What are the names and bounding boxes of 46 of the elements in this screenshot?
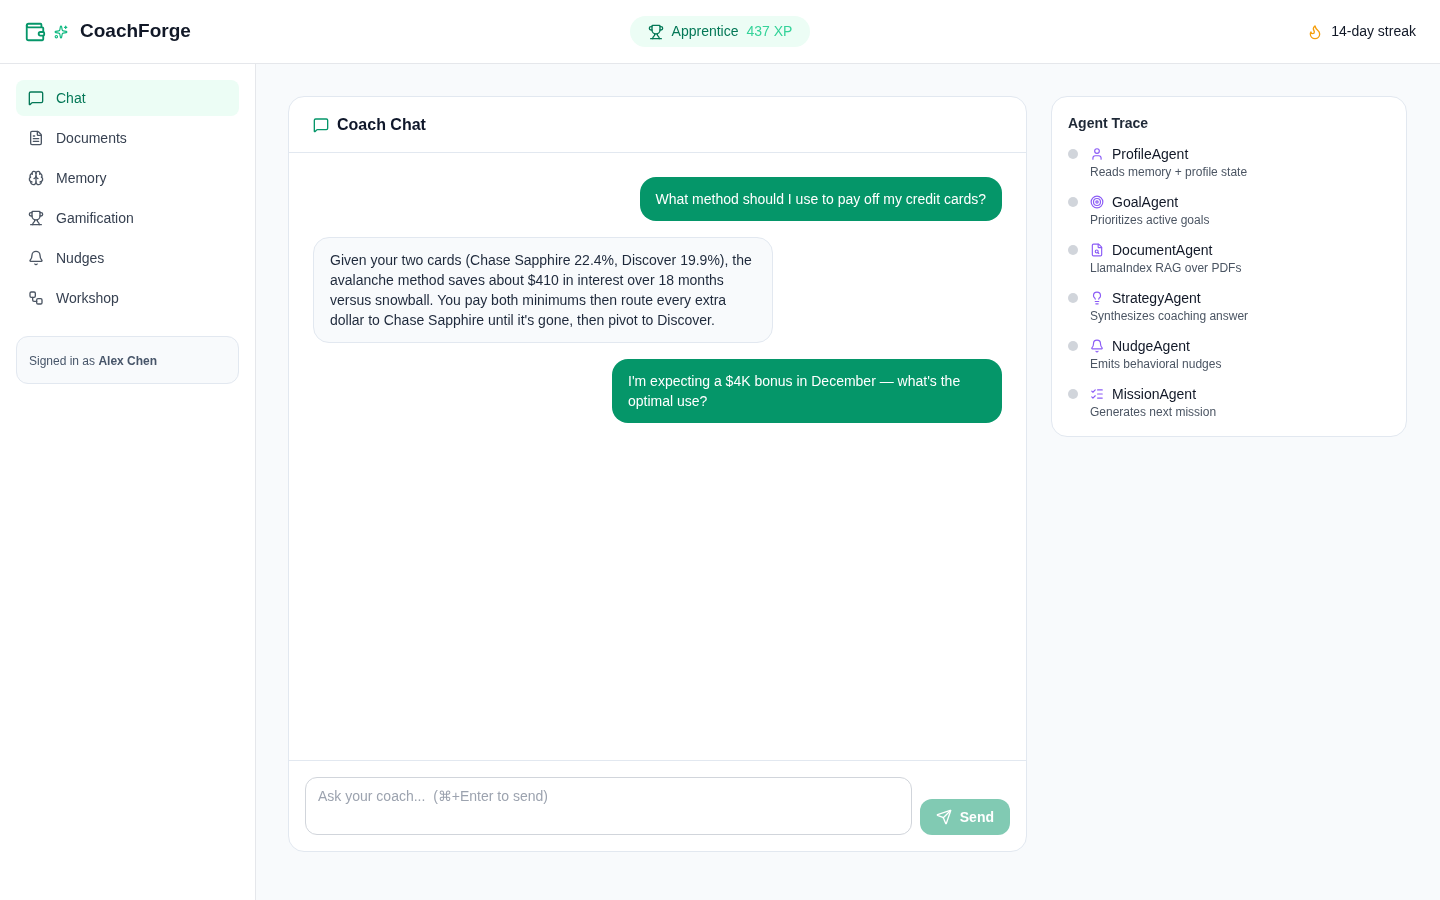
- sidebar-nav-item[interactable]: Nudges: [16, 240, 239, 276]
- agent-description: Prioritizes active goals: [1090, 212, 1210, 228]
- chat-bubble-icon: [28, 90, 44, 106]
- user-message-bubble: I'm expecting a $4K bonus in December — what's the optimal use?: [612, 359, 1002, 423]
- agent-name: GoalAgent: [1112, 193, 1179, 212]
- message-input[interactable]: Ask your coach... (⌘+Enter to send): [305, 777, 912, 835]
- lightbulb-icon: [1090, 291, 1104, 305]
- agent-description: Reads memory + profile state: [1090, 164, 1248, 180]
- target-icon: [1090, 195, 1104, 209]
- agent-description: Synthesizes coaching answer: [1090, 308, 1249, 324]
- workflow-icon: [28, 290, 44, 306]
- agent-description: LlamaIndex RAG over PDFs: [1090, 260, 1242, 276]
- bell-icon: [1090, 339, 1104, 353]
- send-icon: [935, 809, 952, 825]
- xp-count: 437 XP: [746, 22, 793, 41]
- sidebar-nav-item[interactable]: Chat: [16, 80, 239, 116]
- level-title: Apprentice: [671, 22, 739, 41]
- agent-trace-title: Agent Trace: [1068, 114, 1150, 133]
- trophy-icon: [647, 23, 664, 40]
- user-message-bubble: What method should I use to pay off my credit cards?: [639, 177, 1002, 221]
- chat-title: Coach Chat: [337, 114, 426, 135]
- sidebar-nav-item[interactable]: Documents: [16, 120, 239, 156]
- app-title: CoachForge: [80, 19, 191, 44]
- checklist-icon: [1090, 387, 1104, 401]
- agent-description: Generates next mission: [1090, 404, 1217, 420]
- trophy-icon: [28, 210, 44, 226]
- coach-message-bubble: Given your two cards (Chase Sapphire 22.4%, Discover 19.9%), the avalanche method saves about $410 in interest over 18 months versus snowball. You pay both minimums then route every extra dollar to Chase Sapphire until it's gone, then pivot to Discover.: [313, 237, 773, 343]
- sidebar-nav-item[interactable]: Workshop: [16, 280, 239, 316]
- agent-name: StrategyAgent: [1112, 289, 1201, 308]
- person-icon: [1090, 147, 1104, 161]
- agent-name: DocumentAgent: [1112, 241, 1213, 260]
- chat-bubble-icon: [313, 116, 329, 133]
- streak-label: 14-day streak: [1331, 22, 1416, 41]
- agent-name: MissionAgent: [1112, 385, 1197, 404]
- agent-name: NudgeAgent: [1112, 337, 1190, 356]
- wallet-icon: [24, 20, 46, 43]
- bell-icon: [28, 250, 44, 266]
- sidebar-nav-item[interactable]: Gamification: [16, 200, 239, 236]
- signed-in-text: Signed in as Alex Chen: [29, 354, 158, 368]
- sidebar-nav-item[interactable]: Memory: [16, 160, 239, 196]
- document-search-icon: [1090, 243, 1104, 257]
- document-icon: [28, 130, 44, 146]
- agent-name: ProfileAgent: [1112, 145, 1189, 164]
- agent-description: Emits behavioral nudges: [1090, 356, 1222, 372]
- brain-icon: [28, 170, 44, 186]
- sparkle-icon: [54, 24, 68, 39]
